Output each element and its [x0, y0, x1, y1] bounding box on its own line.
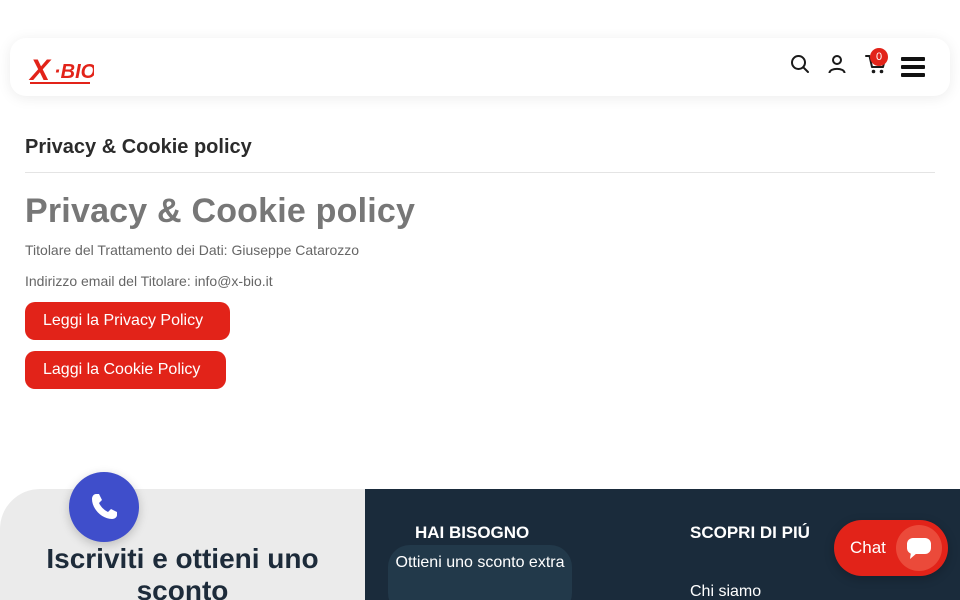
- hamburger-menu-icon: [901, 57, 925, 61]
- top-band: [0, 0, 960, 38]
- newsletter-title: Iscriviti e ottieni uno sconto: [46, 543, 319, 600]
- privacy-policy-button[interactable]: Leggi la Privacy Policy: [25, 302, 230, 340]
- cart-count-badge: 0: [870, 48, 888, 66]
- hamburger-menu-button[interactable]: [900, 56, 926, 78]
- chat-button[interactable]: Chat: [834, 520, 948, 576]
- phone-icon: [92, 494, 117, 519]
- page-title: Privacy & Cookie policy: [25, 192, 416, 230]
- user-icon: [828, 55, 846, 74]
- call-button[interactable]: [69, 472, 139, 542]
- discover-heading: SCOPRI DI PIÚ: [690, 523, 810, 542]
- svg-text:·BIO: ·BIO: [54, 61, 94, 83]
- site-header: X ·BIO 0: [10, 38, 950, 96]
- search-icon: [791, 55, 809, 73]
- divider: [25, 172, 935, 173]
- about-us-link[interactable]: Chi siamo: [690, 583, 761, 600]
- extra-discount-label: Ottieni uno sconto extra: [395, 554, 565, 571]
- breadcrumb-title: Privacy & Cookie policy: [25, 136, 252, 158]
- help-heading: HAI BISOGNO: [415, 523, 530, 542]
- chat-bubble: [896, 525, 942, 571]
- cookie-policy-button[interactable]: Laggi la Cookie Policy: [25, 351, 226, 389]
- x-bio-logo: X ·BIO: [28, 54, 94, 87]
- controller-email-text: Indirizzo email del Titolare: info@x-bio…: [25, 273, 273, 289]
- search-button[interactable]: [788, 52, 812, 76]
- data-controller-text: Titolare del Trattamento dei Dati: Giuse…: [25, 242, 360, 258]
- chat-label: Chat: [850, 538, 886, 557]
- site-logo[interactable]: X ·BIO: [28, 48, 94, 88]
- chat-bubble-icon: [907, 538, 931, 559]
- account-button[interactable]: [825, 52, 849, 76]
